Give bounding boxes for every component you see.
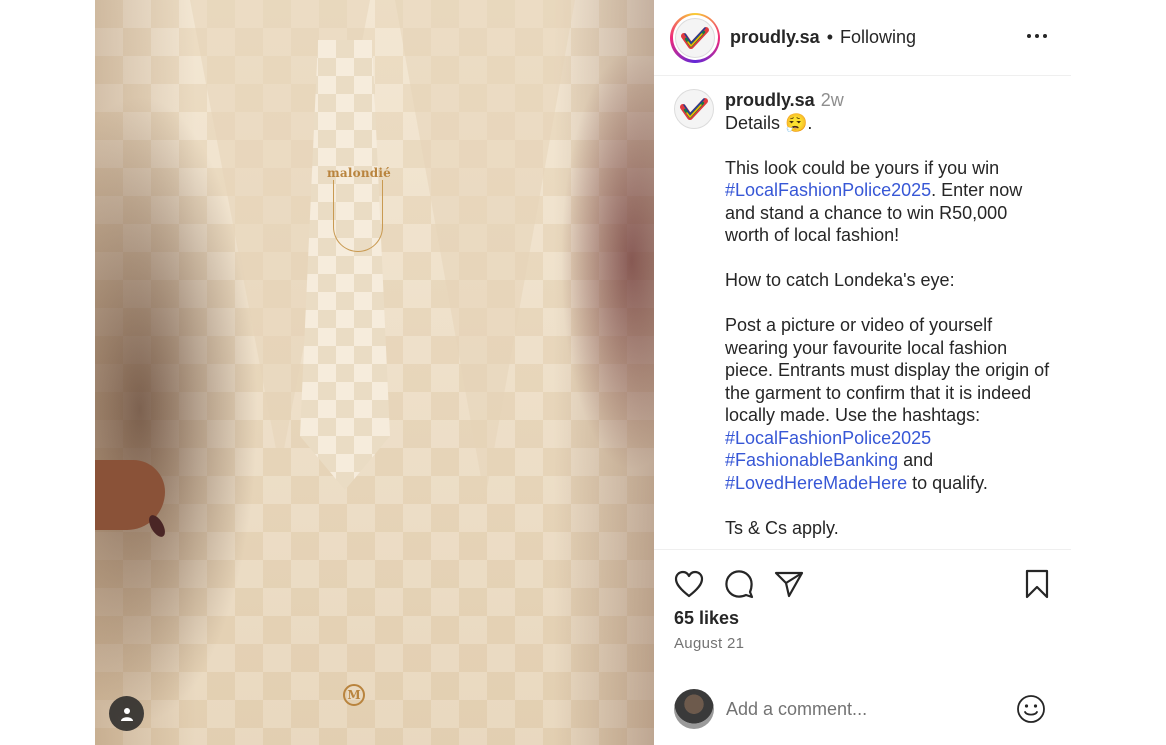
caption-header-line: proudly.sa 2w [725,89,1055,112]
header-username[interactable]: proudly.sa [730,27,820,48]
more-options-button[interactable] [1025,24,1049,48]
post-actions [654,564,1071,604]
tagged-users-button[interactable] [109,696,144,731]
comment-composer [654,685,1071,733]
comment-icon [725,570,754,599]
heart-icon [674,570,704,598]
header-separator: • [826,27,833,47]
save-button[interactable] [1017,564,1057,604]
following-button[interactable]: Following [840,27,916,48]
caption-area: proudly.sa 2w Details 😮‍💨. This look coul… [654,76,1071,550]
caption-paragraph-contest: This look could be yours if you win #Loc… [725,157,1023,246]
post-photo[interactable]: malondié M [95,0,654,745]
current-user-avatar [674,689,714,729]
caption-paragraph-rules: Post a picture or video of yourself wear… [725,315,1050,493]
share-button[interactable] [769,564,809,604]
comment-button[interactable] [719,564,759,604]
hashtag-link[interactable]: #FashionableBanking [725,450,898,470]
caption-avatar[interactable] [674,89,714,129]
caption-paragraph-terms: Ts & Cs apply. [725,517,839,538]
like-button[interactable] [669,564,709,604]
more-horizontal-icon [1027,34,1031,38]
monogram-button: M [343,684,365,706]
hashtag-link[interactable]: #LocalFashionPolice2025 [725,428,931,448]
comment-input[interactable] [726,695,996,723]
proudly-sa-logo-icon [680,98,708,120]
post-header: proudly.sa • Following [654,0,1071,76]
avatar [675,17,715,58]
caption-line-details: Details 😮‍💨. [725,112,813,133]
caption-time[interactable]: 2w [821,90,844,110]
bookmark-icon [1025,569,1049,599]
caption-username[interactable]: proudly.sa [725,90,815,110]
emoji-button[interactable] [1015,693,1047,725]
hashtag-link[interactable]: #LocalFashionPolice2025 [725,180,931,200]
caption-paragraph-how: How to catch Londeka's eye: [725,270,955,290]
tie-brooch-chain [333,180,383,252]
person-icon [120,707,133,721]
smiley-icon [1017,695,1045,723]
proudly-sa-logo-icon [681,26,709,49]
likes-count[interactable]: 65 likes [674,608,739,629]
story-ring[interactable] [670,12,720,63]
caption-text: proudly.sa 2w Details 😮‍💨. This look coul… [725,89,1055,539]
post-sidebar: proudly.sa • Following proudly.sa 2w Deta… [654,0,1071,745]
tie-brooch-text: malondié [327,166,391,180]
post-date[interactable]: August 21 [674,635,744,652]
hashtag-link[interactable]: #LovedHereMadeHere [725,473,907,493]
jacket-lapel-right [395,0,575,500]
send-icon [774,571,804,598]
